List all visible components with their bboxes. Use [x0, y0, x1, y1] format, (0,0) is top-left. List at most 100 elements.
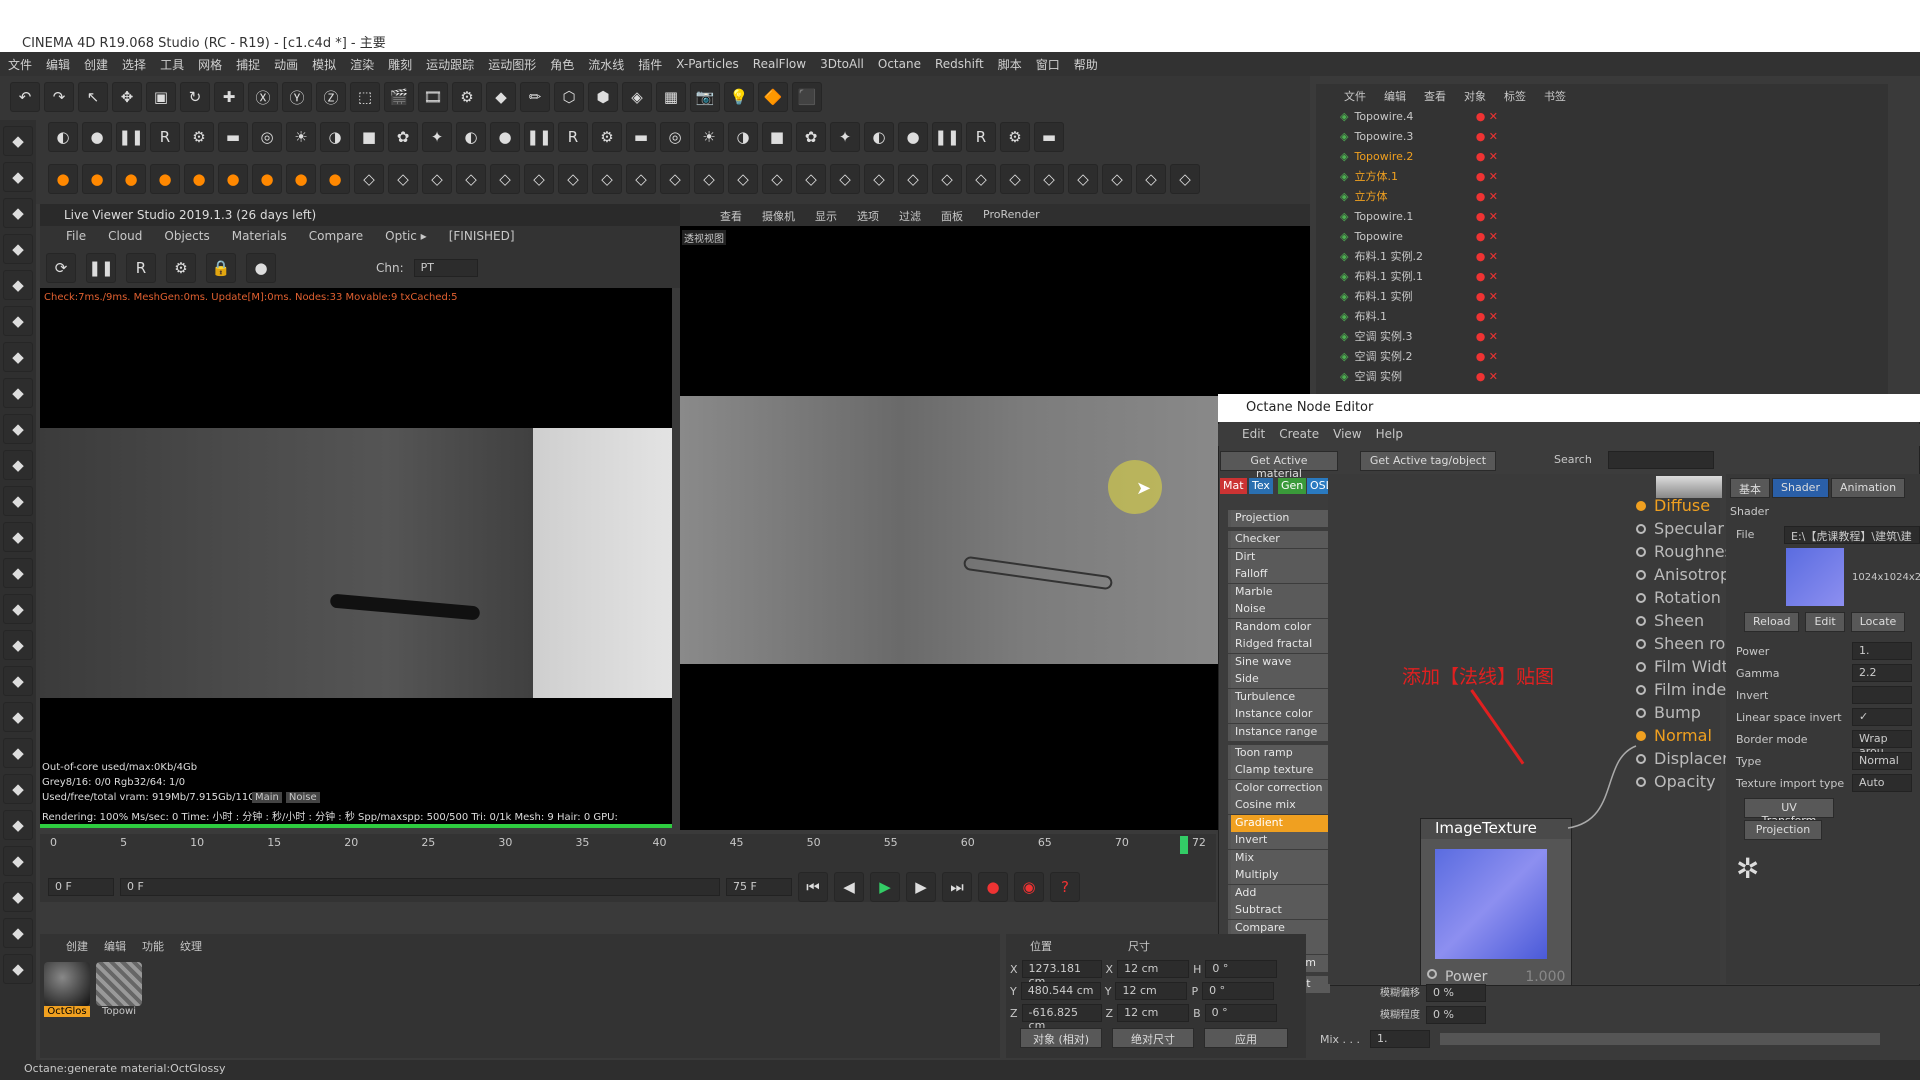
prop-value[interactable]: 1. — [1852, 642, 1912, 660]
toolbar-icon[interactable]: ☀ — [286, 122, 316, 152]
coord-cell[interactable]: 0 ° — [1205, 960, 1278, 978]
node-list-item[interactable]: Color correction — [1228, 779, 1330, 797]
toolbar-icon[interactable]: ⬛ — [792, 82, 822, 112]
toolbar-icon[interactable]: 🔶 — [758, 82, 788, 112]
step-back-icon[interactable]: ◀ — [834, 872, 864, 902]
toolbar-icon[interactable]: ◇ — [558, 164, 588, 194]
apply-button[interactable]: 应用 — [1204, 1028, 1288, 1048]
object-row[interactable]: ◈ 空调 实例 ● ✕ — [1316, 366, 1888, 386]
toolbar-icon[interactable]: ⚙ — [1000, 122, 1030, 152]
coord-cell[interactable]: 12 cm — [1117, 960, 1190, 978]
viewport-menu-item[interactable]: 选项 — [857, 208, 879, 223]
coord-cell[interactable]: 0 ° — [1202, 982, 1275, 1000]
visibility-icon[interactable]: ● ✕ — [1476, 310, 1498, 323]
play-icon[interactable]: ▶ — [870, 872, 900, 902]
object-row[interactable]: ◈ 布料.1 实例.2 ● ✕ — [1316, 246, 1888, 266]
shader-button[interactable]: Reload — [1744, 612, 1800, 632]
viewport-menu-item[interactable]: 摄像机 — [762, 208, 795, 223]
palette-icon[interactable]: ◆ — [3, 270, 33, 300]
toolbar-icon[interactable]: ✦ — [830, 122, 860, 152]
toolbar-icon[interactable]: ● — [48, 164, 78, 194]
size-mode-select[interactable]: 绝对尺寸 — [1112, 1028, 1194, 1048]
toolbar-icon[interactable]: ◇ — [422, 164, 452, 194]
toolbar-icon[interactable]: ⚙ — [184, 122, 214, 152]
toolbar-icon[interactable]: 🎞 — [418, 82, 448, 112]
toolbar-icon[interactable]: ● — [490, 122, 520, 152]
menu-item[interactable]: 文件 — [8, 56, 32, 73]
menu-item[interactable]: 雕刻 — [388, 56, 412, 73]
visibility-icon[interactable]: ● ✕ — [1476, 110, 1498, 123]
visibility-icon[interactable]: ● ✕ — [1476, 230, 1498, 243]
coord-mode-select[interactable]: 对象 (相对) — [1020, 1028, 1102, 1048]
toolbar-icon[interactable]: ◑ — [728, 122, 758, 152]
object-row[interactable]: ◈ 布料.1 实例.1 ● ✕ — [1316, 266, 1888, 286]
viewport-menu-item[interactable]: 过滤 — [899, 208, 921, 223]
toolbar-icon[interactable]: ◎ — [252, 122, 282, 152]
palette-icon[interactable]: ◆ — [3, 234, 33, 264]
live-viewer-menu-item[interactable]: [FINISHED] — [449, 229, 515, 245]
toolbar-icon[interactable]: ● — [150, 164, 180, 194]
object-menu-item[interactable]: 标签 — [1504, 88, 1526, 103]
object-menu-item[interactable]: 对象 — [1464, 88, 1486, 103]
palette-icon[interactable]: ◆ — [3, 846, 33, 876]
viewport-menu-item[interactable]: 显示 — [815, 208, 837, 223]
mix-field[interactable]: 1. — [1370, 1030, 1431, 1048]
toolbar-icon[interactable]: ◇ — [1000, 164, 1030, 194]
object-row[interactable]: ◈ Topowire.4 ● ✕ — [1316, 106, 1888, 126]
object-row[interactable]: ◈ Topowire ● ✕ — [1316, 226, 1888, 246]
toolbar-icon[interactable]: ◇ — [694, 164, 724, 194]
toolbar-icon[interactable]: ↷ — [44, 82, 74, 112]
toolbar-icon[interactable]: ⬢ — [588, 82, 618, 112]
channel-select[interactable]: PT — [413, 259, 478, 277]
palette-icon[interactable]: ◆ — [3, 342, 33, 372]
menu-item[interactable]: 渲染 — [350, 56, 374, 73]
toolbar-icon[interactable]: ◎ — [660, 122, 690, 152]
shader-button[interactable]: Edit — [1805, 612, 1845, 632]
toolbar-icon[interactable]: ● — [82, 122, 112, 152]
node-list-item[interactable]: Noise — [1228, 601, 1330, 618]
palette-icon[interactable]: ◆ — [3, 558, 33, 588]
visibility-icon[interactable]: ● ✕ — [1476, 170, 1498, 183]
menu-item[interactable]: 窗口 — [1036, 56, 1060, 73]
toolbar-icon[interactable]: ✦ — [422, 122, 452, 152]
toolbar-icon[interactable]: ● — [286, 164, 316, 194]
toolbar-icon[interactable]: ▦ — [656, 82, 686, 112]
toolbar-icon[interactable]: 📷 — [690, 82, 720, 112]
visibility-icon[interactable]: ● ✕ — [1476, 270, 1498, 283]
node-list-item[interactable]: Add — [1228, 884, 1330, 902]
visibility-icon[interactable]: ● ✕ — [1476, 150, 1498, 163]
toolbar-icon[interactable]: Ⓧ — [248, 82, 278, 112]
palette-icon[interactable]: ◆ — [3, 378, 33, 408]
toolbar-icon[interactable]: R — [150, 122, 180, 152]
menu-item[interactable]: 3DtoAll — [820, 57, 864, 71]
pause-icon[interactable]: ❚❚ — [86, 253, 116, 283]
node-list-item[interactable]: Random color — [1228, 618, 1330, 636]
node-menu-item[interactable]: View — [1333, 427, 1361, 443]
node-list-item[interactable]: Checker — [1228, 531, 1330, 548]
object-row[interactable]: ◈ 空调 实例.3 ● ✕ — [1316, 326, 1888, 346]
menu-item[interactable]: Octane — [878, 57, 921, 71]
toolbar-icon[interactable]: ● — [116, 164, 146, 194]
viewport-menu-item[interactable]: ProRender — [983, 208, 1040, 222]
toolbar-icon[interactable]: ✿ — [388, 122, 418, 152]
object-row[interactable]: ◈ Topowire.1 ● ✕ — [1316, 206, 1888, 226]
toolbar-icon[interactable]: Ⓨ — [282, 82, 312, 112]
toolbar-icon[interactable]: ✿ — [796, 122, 826, 152]
toolbar-icon[interactable]: ● — [898, 122, 928, 152]
toolbar-icon[interactable]: ❚❚ — [524, 122, 554, 152]
node-list-item[interactable]: Ridged fractal — [1228, 636, 1330, 653]
visibility-icon[interactable]: ● ✕ — [1476, 190, 1498, 203]
toolbar-icon[interactable]: ■ — [762, 122, 792, 152]
node-list-item[interactable]: Falloff — [1228, 566, 1330, 583]
viewport-menu-item[interactable]: 面板 — [941, 208, 963, 223]
object-row[interactable]: ◈ 立方体 ● ✕ — [1316, 186, 1888, 206]
pin-dot[interactable] — [1636, 523, 1646, 534]
step-forward-icon[interactable]: ▶ — [906, 872, 936, 902]
menu-item[interactable]: 模拟 — [312, 56, 336, 73]
palette-icon[interactable]: ◆ — [3, 306, 33, 336]
palette-icon[interactable]: ◆ — [3, 918, 33, 948]
pin-dot[interactable] — [1636, 776, 1646, 787]
goto-start-icon[interactable]: ⏮ — [798, 872, 828, 902]
palette-icon[interactable]: ◆ — [3, 630, 33, 660]
node-list-item[interactable]: Clamp texture — [1228, 762, 1330, 779]
